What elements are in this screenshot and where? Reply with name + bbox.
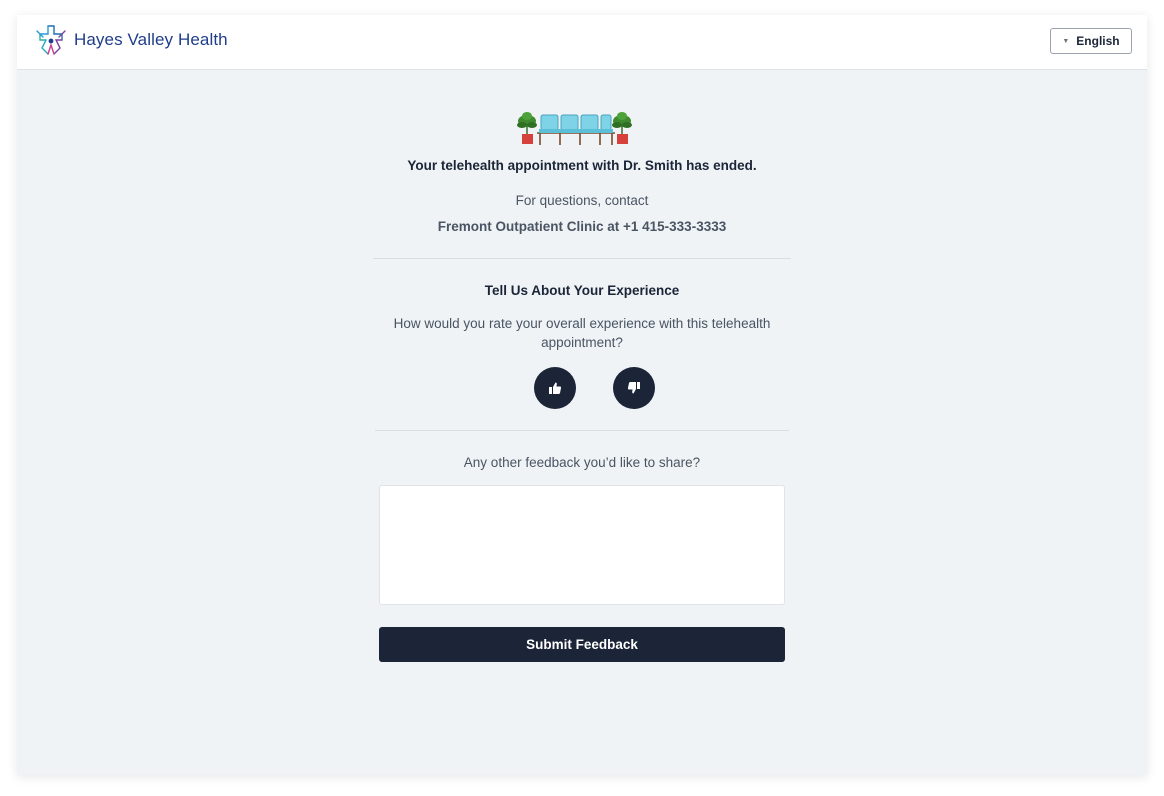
experience-section-title: Tell Us About Your Experience [484, 283, 680, 298]
clinic-contact-text: Fremont Outpatient Clinic at +1 415-333-… [437, 219, 727, 234]
section-divider [373, 258, 791, 259]
thumbs-up-icon [549, 382, 562, 394]
appointment-ended-title: Your telehealth appointment with Dr. Smi… [407, 158, 757, 173]
feedback-textarea[interactable] [379, 485, 785, 605]
submit-feedback-button[interactable]: Submit Feedback [379, 627, 785, 662]
thumbs-down-button[interactable] [613, 367, 655, 409]
caret-down-icon: ▼ [1062, 37, 1070, 45]
thumbs-down-icon [627, 382, 640, 394]
feedback-prompt: Any other feedback you’d like to share? [463, 455, 701, 470]
section-divider [375, 430, 789, 431]
rating-question: How would you rate your overall experien… [393, 316, 771, 350]
contact-intro-text: For questions, contact [515, 193, 649, 208]
brand-logo[interactable]: Hayes Valley Health [34, 23, 228, 57]
top-bar: Hayes Valley Health ▼ English [17, 15, 1147, 70]
language-label: English [1076, 34, 1120, 48]
brand-name: Hayes Valley Health [74, 30, 228, 49]
waiting-room-chairs-illustration [517, 112, 632, 145]
language-select-button[interactable]: ▼ English [1050, 28, 1132, 54]
medical-cross-logo-icon [36, 25, 66, 55]
thumbs-up-button[interactable] [534, 367, 576, 409]
app-window: Hayes Valley Health ▼ English Your teleh… [17, 15, 1147, 775]
